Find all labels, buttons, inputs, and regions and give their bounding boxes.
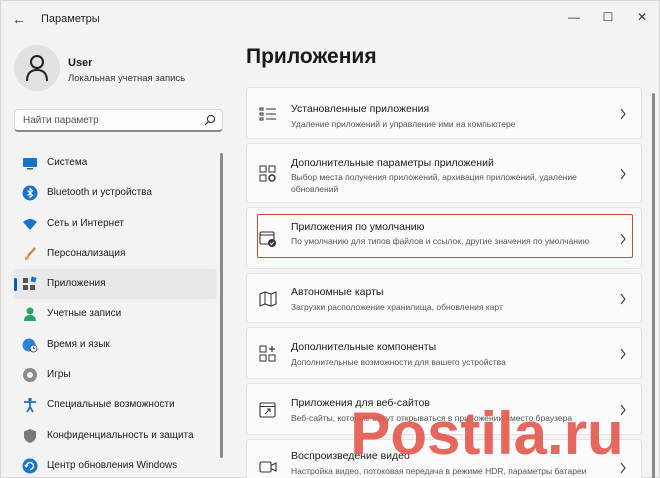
sidebar-item-label: Учетные записи [47, 308, 122, 320]
user-icon [26, 55, 48, 82]
sidebar-item-system[interactable]: Система [14, 148, 217, 178]
sidebar-item-label: Специальные возможности [47, 399, 175, 411]
sidebar-item-label: Игры [47, 369, 71, 381]
profile-account-type: Локальная учетная запись [68, 73, 186, 84]
settings-window: ← Параметры — ☐ ✕ User Локальная учетная… [0, 0, 660, 478]
map-icon [259, 291, 277, 307]
avatar[interactable] [14, 45, 60, 91]
chevron-right-icon [620, 462, 626, 474]
chevron-right-icon [620, 168, 626, 180]
list-icon [259, 107, 276, 121]
settings-card-optional-features[interactable]: Дополнительные компоненты Дополнительные… [246, 327, 642, 379]
sidebar-item-label: Центр обновления Windows [47, 459, 178, 471]
card-title: Приложения для веб-сайтов [291, 397, 430, 409]
sidebar-item-accessibility[interactable]: Специальные возможности [14, 390, 217, 420]
back-button[interactable]: ← [9, 10, 29, 28]
sidebar-item-privacy[interactable]: Конфиденциальность и защита [14, 421, 217, 451]
sidebar-nav: Система Bluetooth и устройства Сеть и Ин… [14, 148, 217, 478]
settings-card-advanced-app-settings[interactable]: Дополнительные параметры приложений Выбо… [246, 143, 642, 203]
gamepad-icon [23, 368, 37, 383]
sidebar-item-windows-update[interactable]: Центр обновления Windows [14, 451, 217, 478]
sidebar-item-accounts[interactable]: Учетные записи [14, 299, 217, 329]
sidebar-item-gaming[interactable]: Игры [14, 360, 217, 390]
chevron-right-icon [620, 348, 626, 360]
settings-card-installed-apps[interactable]: Установленные приложения Удаление прилож… [246, 87, 642, 139]
card-description: Выбор места получения приложений, архива… [291, 172, 577, 194]
sidebar-item-time-language[interactable]: Время и язык [14, 330, 217, 360]
settings-card-offline-maps[interactable]: Автономные карты Загрузки расположение х… [246, 273, 642, 323]
search-input[interactable]: Найти параметр [23, 115, 99, 126]
wifi-icon [23, 218, 37, 230]
card-description: По умолчанию для типов файлов и ссылок, … [291, 236, 590, 246]
bluetooth-icon [22, 185, 38, 201]
card-description: Веб-сайты, которые могут открываться в п… [291, 413, 573, 423]
window-title: Параметры [41, 13, 100, 25]
settings-card-apps-for-websites[interactable]: Приложения для веб-сайтов Веб-сайты, кот… [246, 383, 642, 435]
person-icon [24, 307, 36, 322]
card-title: Дополнительные параметры приложений [291, 157, 494, 169]
card-title: Дополнительные компоненты [291, 341, 437, 353]
settings-card-video-playback[interactable]: Воспроизведение видео Настройка видео, п… [246, 439, 642, 478]
default-apps-icon [259, 231, 276, 247]
card-title: Воспроизведение видео [291, 450, 410, 462]
add-components-icon [259, 345, 276, 362]
sidebar-item-bluetooth[interactable]: Bluetooth и устройства [14, 178, 217, 208]
main-scrollbar[interactable] [652, 93, 655, 478]
accessibility-icon [24, 398, 36, 413]
card-description: Загрузки расположение хранилища, обновле… [291, 302, 503, 312]
sidebar-item-label: Время и язык [47, 338, 110, 350]
update-icon [22, 458, 38, 474]
search-box[interactable]: Найти параметр [14, 109, 223, 132]
sidebar-item-label: Конфиденциальность и защита [47, 429, 194, 441]
active-indicator [14, 278, 17, 292]
close-button[interactable]: ✕ [629, 7, 655, 27]
chevron-right-icon [620, 404, 626, 416]
chevron-right-icon [620, 293, 626, 305]
sidebar-item-label: Bluetooth и устройства [47, 187, 152, 199]
card-description: Настройка видео, потоковая передача в ре… [291, 466, 587, 476]
sidebar-scrollbar[interactable] [220, 153, 223, 458]
minimize-button[interactable]: — [561, 7, 587, 27]
profile-name: User [68, 57, 93, 69]
sidebar-item-label: Сеть и Интернет [47, 217, 125, 229]
monitor-icon [23, 158, 37, 170]
apps-icon [23, 276, 37, 291]
sidebar-item-personalization[interactable]: Персонализация [14, 239, 217, 269]
settings-card-default-apps[interactable]: Приложения по умолчанию По умолчанию для… [246, 207, 642, 269]
brush-icon [24, 247, 36, 260]
sidebar-item-label: Система [47, 157, 88, 168]
maximize-button[interactable]: ☐ [595, 7, 621, 27]
card-title: Автономные карты [291, 286, 384, 298]
search-icon[interactable] [204, 114, 216, 126]
globe-clock-icon [22, 338, 38, 353]
card-title: Установленные приложения [291, 103, 430, 115]
sidebar-item-network[interactable]: Сеть и Интернет [14, 209, 217, 239]
sidebar-item-label: Персонализация [47, 247, 126, 259]
card-description: Удаление приложений и управление ими на … [291, 119, 516, 129]
shield-icon [24, 428, 36, 443]
app-settings-icon [259, 165, 276, 182]
sidebar-item-apps[interactable]: Приложения [14, 269, 217, 300]
title-bar: ← Параметры — ☐ ✕ [1, 1, 659, 37]
card-description: Дополнительные возможности для вашего ус… [291, 357, 506, 367]
web-apps-icon [259, 402, 276, 418]
video-icon [259, 461, 277, 473]
sidebar-item-label: Приложения [47, 278, 106, 290]
page-title: Приложения [246, 45, 377, 68]
card-title: Приложения по умолчанию [291, 221, 425, 233]
chevron-right-icon [620, 108, 626, 120]
chevron-right-icon [620, 233, 626, 245]
